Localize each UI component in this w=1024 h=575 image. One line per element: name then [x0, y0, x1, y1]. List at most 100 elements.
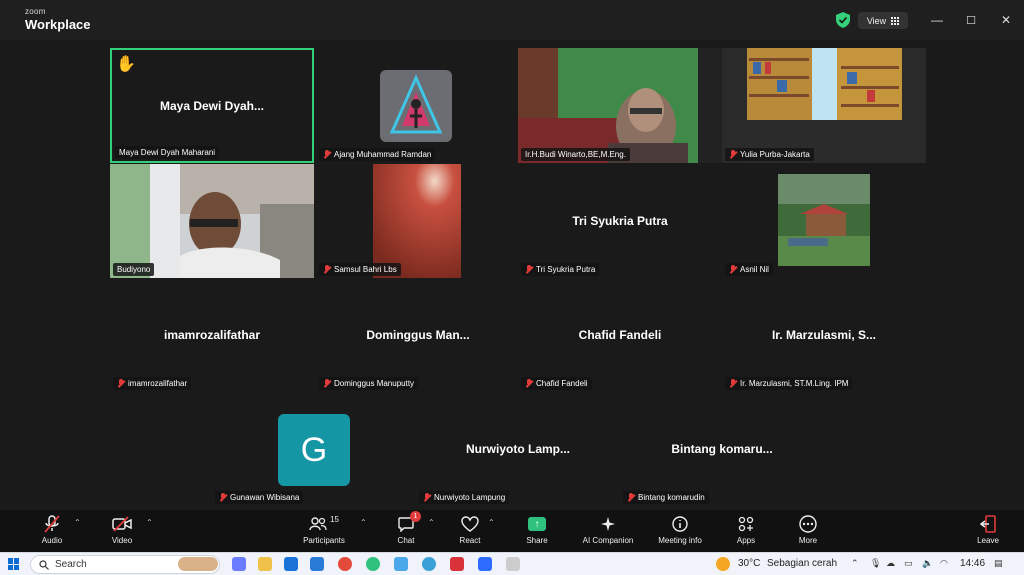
participant-display-name: Bintang komaru...: [671, 442, 773, 456]
participants-button[interactable]: 15 Participants: [288, 514, 360, 550]
volume-icon[interactable]: 🔈: [922, 558, 933, 569]
grid-icon: [891, 16, 900, 25]
mic-muted-icon: [525, 265, 533, 274]
participant-name-tag: Ajang Muhammad Ramdan: [319, 148, 436, 161]
taskbar-search-label: Search: [55, 559, 87, 570]
mic-muted-icon: [323, 265, 331, 274]
edge-icon[interactable]: [422, 557, 436, 571]
mic-muted-icon: [729, 150, 737, 159]
react-options-chevron-icon[interactable]: ⌃: [488, 518, 495, 527]
participant-tile[interactable]: Bintang komaru... Bintang komarudin: [620, 392, 824, 506]
avatar-letter: G: [278, 414, 350, 486]
mic-muted-icon: [729, 265, 737, 274]
participant-name: imamrozalifathar: [128, 379, 188, 388]
snipping-tool-icon[interactable]: [506, 557, 520, 571]
participant-tile[interactable]: Ajang Muhammad Ramdan: [316, 48, 520, 163]
participant-name: Gunawan Wibisana: [230, 493, 300, 502]
zoom-icon[interactable]: [478, 557, 492, 571]
mic-muted-icon: [219, 493, 227, 502]
chrome-icon[interactable]: [338, 557, 352, 571]
meeting-toolbar: Audio ⌃ Video ⌃ 15 Participants ⌃ 1 Chat…: [0, 510, 1024, 552]
participant-tile[interactable]: Chafid Fandeli Chafid Fandeli: [518, 278, 722, 392]
onedrive-icon[interactable]: ☁: [886, 558, 895, 569]
video-feed: [747, 48, 902, 163]
participant-name: Ajang Muhammad Ramdan: [334, 150, 432, 159]
file-explorer-icon[interactable]: [258, 557, 272, 571]
participant-tile[interactable]: Tri Syukria Putra Tri Syukria Putra: [518, 164, 722, 278]
telegram-icon[interactable]: [394, 557, 408, 571]
windows-start-icon[interactable]: [8, 558, 20, 570]
audio-options-chevron-icon[interactable]: ⌃: [74, 518, 81, 527]
react-button[interactable]: React: [434, 514, 506, 550]
participant-name-tag: Nurwiyoto Lampung: [419, 491, 510, 504]
participant-display-name: Maya Dewi Dyah...: [159, 98, 265, 113]
whatsapp-icon[interactable]: [366, 557, 380, 571]
participant-name-tag: Gunawan Wibisana: [215, 491, 304, 504]
participant-tile[interactable]: Ir. Marzulasmi, S... Ir. Marzulasmi, ST.…: [722, 278, 926, 392]
tray-chevron-up-icon[interactable]: ⌃: [851, 558, 859, 569]
mic-muted-icon: [117, 379, 125, 388]
outlook-icon[interactable]: [284, 557, 298, 571]
maximize-button[interactable]: ☐: [963, 12, 979, 28]
leave-icon: [980, 515, 996, 533]
leave-button[interactable]: Leave: [952, 514, 1024, 550]
video-feed: [110, 164, 314, 278]
view-button[interactable]: View: [858, 12, 908, 29]
wps-icon[interactable]: [450, 557, 464, 571]
people-icon: [309, 517, 327, 531]
ai-companion-button[interactable]: AI Companion: [572, 514, 644, 550]
participants-options-chevron-icon[interactable]: ⌃: [360, 518, 367, 527]
participant-tile[interactable]: Budiyono: [110, 164, 314, 278]
mic-off-icon: [44, 515, 60, 533]
raised-hand-icon: ✋: [116, 56, 136, 73]
participant-tile[interactable]: G Gunawan Wibisana: [212, 392, 416, 506]
leave-label: Leave: [977, 536, 999, 545]
weather-temperature: 30°C: [738, 558, 761, 569]
display-icon[interactable]: ▭: [904, 558, 913, 569]
ai-companion-label: AI Companion: [582, 536, 634, 545]
share-button[interactable]: ↑ Share: [501, 514, 573, 550]
copilot-icon[interactable]: [232, 557, 246, 571]
audio-label: Audio: [41, 536, 63, 545]
share-label: Share: [526, 536, 548, 545]
participant-display-name: imamrozalifathar: [163, 328, 261, 342]
video-options-chevron-icon[interactable]: ⌃: [146, 518, 153, 527]
meeting-info-button[interactable]: Meeting info: [644, 514, 716, 550]
shield-icon[interactable]: [836, 12, 850, 28]
participant-tile[interactable]: imamrozalifathar imamrozalifathar: [110, 278, 314, 392]
participant-tile[interactable]: Nurwiyoto Lamp... Nurwiyoto Lampung: [416, 392, 620, 506]
participant-name: Yulia Purba-Jakarta: [740, 150, 810, 159]
clock-time[interactable]: 14:46: [960, 558, 985, 569]
participant-display-name: Chafid Fandeli: [578, 328, 662, 342]
brand-name: Workplace: [25, 17, 91, 32]
wifi-icon[interactable]: ◠: [940, 558, 948, 569]
os-taskbar: Search 30°C Sebagian cerah ⌃ 🎙 ☁ ▭ 🔈 ◠ 1…: [0, 552, 1024, 575]
more-label: More: [798, 536, 818, 545]
weather-icon[interactable]: [716, 557, 730, 571]
participant-tile[interactable]: Ir.H.Budi Winarto,BE,M.Eng.: [518, 48, 722, 163]
more-button[interactable]: More: [772, 514, 844, 550]
avatar-image: [380, 70, 452, 142]
notification-icon[interactable]: ▤: [994, 558, 1003, 569]
participant-display-name: Nurwiyoto Lamp...: [465, 442, 570, 456]
participant-name-tag: Maya Dewi Dyah Maharani: [115, 146, 220, 159]
store-icon[interactable]: [310, 557, 324, 571]
minimize-button[interactable]: —: [929, 12, 945, 28]
video-off-icon: [112, 516, 132, 532]
participant-tile[interactable]: Dominggus Man... Dominggus Manuputty: [316, 278, 520, 392]
participant-tile[interactable]: Asnil Nil: [722, 164, 926, 278]
participant-tile[interactable]: ✋ Maya Dewi Dyah... Maya Dewi Dyah Mahar…: [110, 48, 314, 163]
microphone-icon[interactable]: 🎙: [870, 558, 881, 569]
participant-display-name: Tri Syukria Putra: [572, 214, 668, 228]
close-button[interactable]: ✕: [998, 12, 1014, 28]
title-bar: zoom Workplace View — ☐ ✕: [0, 0, 1024, 40]
participant-name-tag: Ir.H.Budi Winarto,BE,M.Eng.: [521, 148, 630, 161]
participant-tile[interactable]: Samsul Bahri Lbs: [316, 164, 520, 278]
participant-display-name: Ir. Marzulasmi, S...: [771, 328, 877, 342]
info-icon: [672, 516, 688, 532]
participant-name-tag: Bintang komarudin: [623, 491, 709, 504]
search-icon: [39, 559, 49, 570]
participants-count: 15: [330, 514, 339, 524]
mic-muted-icon: [323, 150, 331, 159]
participant-tile[interactable]: Yulia Purba-Jakarta: [722, 48, 926, 163]
